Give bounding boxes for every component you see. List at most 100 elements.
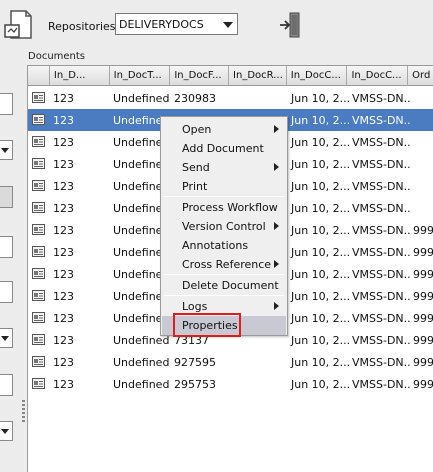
- menu-item-label: Annotations: [182, 239, 249, 252]
- menu-item-send[interactable]: Send: [162, 158, 286, 177]
- column-header-icon[interactable]: [28, 66, 50, 86]
- menu-item-add-document[interactable]: Add Document: [162, 139, 286, 158]
- side-field-1[interactable]: [0, 93, 13, 115]
- table-cell: 9999: [413, 224, 433, 237]
- menu-item-label: Delete Document: [182, 279, 279, 292]
- table-cell: 123: [53, 180, 74, 193]
- menu-item-label: Print: [182, 180, 208, 193]
- table-cell: 9999: [413, 246, 433, 259]
- table-cell: Jun 10, 2...: [291, 312, 349, 325]
- menu-item-label: Open: [182, 123, 212, 136]
- chevron-right-icon: [274, 222, 279, 230]
- table-row[interactable]: 123 Undefined 295753 Jun 10, 2... VMSS-DN...…: [28, 373, 433, 395]
- table-cell: 123: [53, 312, 74, 325]
- document-row-icon: [32, 312, 45, 323]
- menu-item-delete-document[interactable]: Delete Document: [162, 276, 286, 295]
- column-header-label: In_DocT...: [113, 70, 162, 81]
- table-row[interactable]: 123 Undefined 230983 Jun 10, 2... VMSS-DN...: [28, 87, 433, 109]
- document-row-icon: [32, 92, 45, 103]
- table-cell: 123: [53, 246, 74, 259]
- menu-separator: [164, 274, 284, 275]
- table-cell: Undefined: [113, 92, 170, 105]
- document-row-icon: [32, 378, 45, 389]
- table-cell: 123: [53, 224, 74, 237]
- side-field-4[interactable]: [0, 374, 13, 396]
- document-icon[interactable]: [2, 8, 34, 42]
- column-header[interactable]: In_DocC...: [347, 66, 409, 86]
- table-cell: 9999: [413, 290, 433, 303]
- column-header[interactable]: In_D...: [50, 66, 110, 86]
- column-header[interactable]: In_DocR...: [229, 66, 287, 86]
- table-cell: [410, 153, 433, 175]
- context-menu: Open Add Document Send Print Process Workflo…: [160, 116, 288, 336]
- app-window: Repositories: DELIVERYDOCS Documents In_…: [0, 0, 433, 472]
- column-header[interactable]: In_DocF...: [170, 66, 230, 86]
- menu-item-label: Cross Reference: [182, 258, 272, 271]
- table-cell: Jun 10, 2...: [291, 92, 349, 105]
- edit-document-icon: [32, 114, 45, 125]
- menu-item-version-control[interactable]: Version Control: [162, 217, 286, 236]
- document-row-icon: [32, 224, 45, 235]
- repository-select[interactable]: DELIVERYDOCS: [115, 13, 238, 35]
- menu-item-cross-reference[interactable]: Cross Reference: [162, 255, 286, 274]
- table-cell: [410, 197, 433, 219]
- repositories-label: Repositories:: [48, 20, 120, 33]
- column-header[interactable]: In_DocC...: [287, 66, 348, 86]
- table-cell: Jun 10, 2...: [291, 136, 349, 149]
- table-cell: Jun 10, 2...: [291, 202, 349, 215]
- table-cell: Jun 10, 2...: [291, 158, 349, 171]
- documents-label: Documents: [28, 51, 86, 62]
- menu-item-label: Process Workflow: [182, 201, 278, 214]
- table-cell: VMSS-DN...: [352, 378, 410, 391]
- column-header-label: In_DocC...: [290, 70, 341, 81]
- table-cell: VMSS-DN...: [352, 180, 410, 193]
- side-button[interactable]: [0, 186, 13, 208]
- table-cell: [410, 87, 433, 109]
- column-header[interactable]: Ord: [408, 66, 433, 86]
- table-cell: 123: [53, 92, 74, 105]
- document-row-icon: [32, 268, 45, 279]
- column-header-label: In_DocF...: [174, 70, 222, 81]
- document-row-icon: [32, 290, 45, 301]
- table-cell: [410, 175, 433, 197]
- document-row-icon: [32, 136, 45, 147]
- table-row[interactable]: 123 Undefined 927595 Jun 10, 2... VMSS-DN...…: [28, 351, 433, 373]
- menu-item-open[interactable]: Open: [162, 120, 286, 139]
- table-cell: 123: [53, 158, 74, 171]
- menu-item-process-workflow[interactable]: Process Workflow: [162, 198, 286, 217]
- side-dropdown-3[interactable]: [0, 421, 13, 441]
- menu-item-annotations[interactable]: Annotations: [162, 236, 286, 255]
- table-cell: VMSS-DN...: [352, 92, 410, 105]
- chevron-right-icon: [274, 125, 279, 133]
- splitter-handle[interactable]: [22, 400, 25, 424]
- table-cell: VMSS-DN...: [352, 114, 410, 127]
- column-header[interactable]: In_DocT...: [110, 66, 171, 86]
- chevron-right-icon: [274, 260, 279, 268]
- chevron-right-icon: [274, 302, 279, 310]
- side-dropdown-1[interactable]: [0, 140, 13, 160]
- column-header-label: In_DocR...: [233, 70, 283, 81]
- table-cell: Undefined: [113, 378, 170, 391]
- table-cell: Jun 10, 2...: [291, 114, 349, 127]
- table-cell: [230, 351, 288, 373]
- table-cell: 123: [53, 202, 74, 215]
- table-cell: 9999: [413, 356, 433, 369]
- side-dropdown-2[interactable]: [0, 328, 13, 348]
- table-cell: 123: [53, 114, 74, 127]
- table-cell: 123: [53, 268, 74, 281]
- menu-item-label: Send: [182, 161, 210, 174]
- table-cell: Jun 10, 2...: [291, 290, 349, 303]
- exit-icon[interactable]: [279, 12, 301, 38]
- table-header: In_D... In_DocT... In_DocF... In_DocR...…: [28, 66, 433, 86]
- table-cell: 927595: [174, 356, 216, 369]
- side-field-3[interactable]: [0, 281, 13, 303]
- document-row-icon: [32, 246, 45, 257]
- table-cell: VMSS-DN...: [352, 246, 410, 259]
- table-cell: Jun 10, 2...: [291, 246, 349, 259]
- side-field-2[interactable]: [0, 236, 13, 258]
- menu-item-label: Add Document: [182, 142, 264, 155]
- menu-item-print[interactable]: Print: [162, 177, 286, 196]
- table-cell: Undefined: [113, 356, 170, 369]
- table-cell: Jun 10, 2...: [291, 268, 349, 281]
- document-row-icon: [32, 334, 45, 345]
